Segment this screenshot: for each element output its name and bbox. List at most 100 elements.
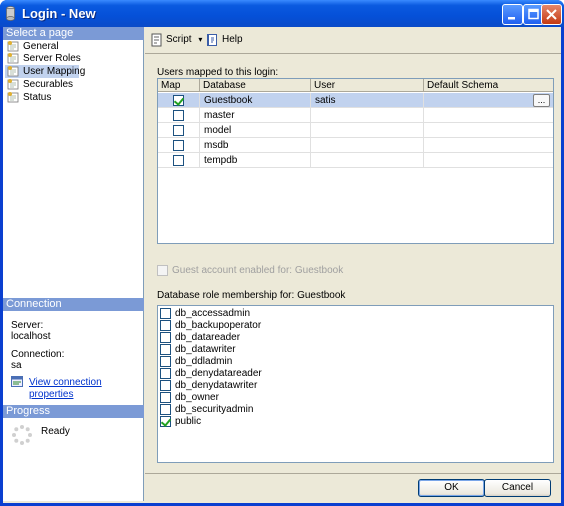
column-header-database[interactable]: Database [200, 79, 311, 92]
server-value: localhost [11, 331, 51, 342]
page-icon [7, 92, 19, 103]
column-header-user[interactable]: User [311, 79, 424, 92]
database-cell: model [200, 123, 311, 138]
page-label: General [23, 41, 59, 52]
database-icon [6, 6, 15, 21]
page-icon [7, 66, 19, 77]
role-name: db_owner [175, 392, 219, 403]
page-icon [7, 53, 19, 64]
role-name: db_backupoperator [175, 320, 262, 331]
schema-cell[interactable] [424, 108, 553, 123]
column-header-default-schema[interactable]: Default Schema [424, 79, 553, 92]
progress-spinner-icon [12, 425, 32, 445]
table-row[interactable]: master [158, 108, 553, 123]
map-checkbox[interactable] [173, 125, 184, 136]
list-item[interactable]: public [160, 416, 201, 428]
list-item[interactable]: db_owner [160, 392, 219, 404]
list-item[interactable]: db_accessadmin [160, 308, 250, 320]
role-checkbox[interactable] [160, 344, 171, 355]
page-icon [7, 79, 19, 90]
page-label: Status [23, 92, 52, 103]
map-checkbox[interactable] [173, 95, 184, 106]
ok-button[interactable]: OK [418, 479, 485, 497]
table-row[interactable]: tempdb [158, 153, 553, 168]
table-row[interactable]: msdb [158, 138, 553, 153]
list-item[interactable]: db_ddladmin [160, 356, 232, 368]
role-name: db_datawriter [175, 344, 236, 355]
page-status[interactable]: Status [5, 91, 51, 104]
role-checkbox[interactable] [160, 308, 171, 319]
role-checkbox[interactable] [160, 332, 171, 343]
schema-cell[interactable] [424, 138, 553, 153]
dropdown-arrow-icon[interactable]: ▾ [194, 35, 202, 44]
role-name: db_denydatawriter [175, 380, 258, 391]
role-membership-list: db_accessadmin db_backupoperator db_data… [157, 305, 554, 463]
list-item[interactable]: db_backupoperator [160, 320, 261, 332]
map-checkbox[interactable] [173, 140, 184, 151]
map-checkbox[interactable] [173, 110, 184, 121]
database-cell: master [200, 108, 311, 123]
page-label: Securables [23, 79, 74, 90]
minimize-button[interactable] [502, 4, 523, 25]
title-bar[interactable]: Login - New [0, 0, 564, 27]
schema-cell[interactable] [424, 123, 553, 138]
list-item[interactable]: db_denydatareader [160, 368, 262, 380]
browse-schema-button[interactable]: ... [533, 94, 550, 107]
help-icon [207, 34, 217, 46]
page-server-roles[interactable]: Server Roles [5, 52, 81, 65]
view-connection-properties-link[interactable]: View connection properties [29, 377, 143, 401]
role-name: db_datareader [175, 332, 241, 343]
role-checkbox[interactable] [160, 368, 171, 379]
guest-account-checkbox[interactable] [157, 265, 168, 276]
connection-header: Connection [3, 298, 144, 311]
schema-cell[interactable] [424, 153, 553, 168]
role-name: db_ddladmin [175, 356, 233, 367]
map-checkbox[interactable] [173, 155, 184, 166]
connection-value: sa [11, 360, 22, 371]
role-checkbox[interactable] [160, 392, 171, 403]
database-cell: msdb [200, 138, 311, 153]
role-name: db_denydatareader [175, 368, 262, 379]
select-page-header: Select a page [3, 27, 144, 40]
user-cell[interactable] [311, 153, 424, 168]
user-cell[interactable] [311, 108, 424, 123]
progress-status: Ready [41, 426, 70, 437]
role-checkbox[interactable] [160, 320, 171, 331]
user-cell[interactable]: satis [311, 93, 424, 108]
map-cell[interactable] [158, 123, 200, 138]
dialog-body: Select a page General Server Roles User … [3, 27, 561, 503]
database-cell: tempdb [200, 153, 311, 168]
users-mapped-label: Users mapped to this login: [157, 67, 279, 78]
list-item[interactable]: db_securityadmin [160, 404, 253, 416]
map-cell[interactable] [158, 138, 200, 153]
map-cell[interactable] [158, 108, 200, 123]
help-button[interactable]: Help [206, 33, 243, 47]
page-user-mapping[interactable]: User Mapping [5, 65, 85, 78]
page-securables[interactable]: Securables [5, 78, 73, 91]
page-label: User Mapping [23, 66, 86, 77]
table-row[interactable]: Guestbook satis ... [158, 93, 553, 108]
cancel-button[interactable]: Cancel [484, 479, 551, 497]
close-icon [546, 9, 557, 20]
role-checkbox[interactable] [160, 380, 171, 391]
list-item[interactable]: db_datawriter [160, 344, 236, 356]
role-name: db_accessadmin [175, 308, 251, 319]
map-cell[interactable] [158, 93, 200, 108]
role-checkbox[interactable] [160, 356, 171, 367]
close-button[interactable] [541, 4, 562, 25]
script-button[interactable]: Script ▾ [150, 33, 202, 47]
table-row[interactable]: model [158, 123, 553, 138]
minimize-icon [508, 17, 515, 20]
list-item[interactable]: db_denydatawriter [160, 380, 257, 392]
role-checkbox[interactable] [160, 416, 171, 427]
role-membership-label: Database role membership for: Guestbook [157, 290, 346, 301]
page-label: Server Roles [23, 53, 81, 64]
user-cell[interactable] [311, 138, 424, 153]
column-header-map[interactable]: Map [158, 79, 200, 92]
role-checkbox[interactable] [160, 404, 171, 415]
user-cell[interactable] [311, 123, 424, 138]
list-item[interactable]: db_datareader [160, 332, 240, 344]
page-icon [7, 41, 19, 52]
map-cell[interactable] [158, 153, 200, 168]
toolbar-separator [145, 53, 561, 54]
